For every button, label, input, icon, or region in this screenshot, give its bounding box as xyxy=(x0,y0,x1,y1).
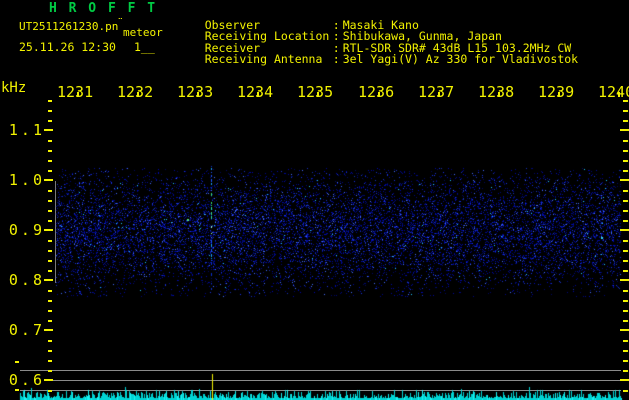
freq-minor-tick xyxy=(48,320,52,322)
time-tick xyxy=(558,92,560,97)
freq-major-tick xyxy=(44,129,53,131)
freq-label: 1.1 xyxy=(8,121,45,139)
freq-minor-tick xyxy=(48,250,52,252)
time-tick xyxy=(378,92,380,97)
freq-major-tick xyxy=(44,179,53,181)
time-tick xyxy=(618,92,620,97)
freq-unit-label: kHz xyxy=(1,80,27,96)
right-minor-tick xyxy=(623,350,628,352)
freq-minor-tick xyxy=(48,110,52,112)
freq-label: 0.8 xyxy=(8,271,45,289)
right-minor-tick xyxy=(623,270,628,272)
right-major-tick xyxy=(620,129,629,131)
right-minor-tick xyxy=(623,250,628,252)
time-tick xyxy=(197,92,199,97)
level-axis-tick-top xyxy=(15,361,19,363)
time-tick xyxy=(257,92,259,97)
time-label: 1235 xyxy=(297,83,334,101)
right-minor-tick xyxy=(623,290,628,292)
info-row-antenna: Receiving Antenna:3el Yagi(V) Az 330 for… xyxy=(177,38,578,80)
freq-major-tick xyxy=(44,229,53,231)
freq-minor-tick xyxy=(48,160,52,162)
freq-minor-tick xyxy=(48,120,52,122)
app-title: H R O F F T xyxy=(49,1,158,16)
right-minor-tick xyxy=(623,310,628,312)
freq-minor-tick xyxy=(48,350,52,352)
time-label: 1234 xyxy=(237,83,274,101)
freq-minor-tick xyxy=(48,200,52,202)
right-minor-tick xyxy=(623,160,628,162)
freq-minor-tick xyxy=(48,150,52,152)
right-minor-tick xyxy=(623,360,628,362)
freq-minor-tick xyxy=(48,260,52,262)
freq-minor-tick xyxy=(48,270,52,272)
station-name: meteor xyxy=(123,26,163,39)
output-filename: UT2511261230.pn xyxy=(19,20,119,33)
freq-minor-tick xyxy=(48,240,52,242)
level-axis-tick-bottom xyxy=(15,389,19,391)
right-minor-tick xyxy=(623,170,628,172)
time-tick xyxy=(498,92,500,97)
right-minor-tick xyxy=(623,320,628,322)
right-minor-tick xyxy=(623,390,628,392)
right-minor-tick xyxy=(623,200,628,202)
info-label: Receiving Antenna xyxy=(204,52,323,66)
right-major-tick xyxy=(620,229,629,231)
right-minor-tick xyxy=(623,110,628,112)
freq-minor-tick xyxy=(48,210,52,212)
right-major-tick xyxy=(620,279,629,281)
time-tick xyxy=(77,92,79,97)
freq-minor-tick xyxy=(48,390,52,392)
freq-minor-tick xyxy=(48,190,52,192)
right-minor-tick xyxy=(623,220,628,222)
right-major-tick xyxy=(620,329,629,331)
time-label: 1231 xyxy=(57,83,94,101)
right-minor-tick xyxy=(623,240,628,242)
time-label: 1236 xyxy=(358,83,395,101)
right-minor-tick xyxy=(623,120,628,122)
right-minor-tick xyxy=(623,100,628,102)
freq-label: 0.7 xyxy=(8,321,45,339)
freq-major-tick xyxy=(44,379,53,381)
time-label: 1240 xyxy=(598,83,629,101)
hrofft-window: H R O F F T UT2511261230.pn ¨ meteor 25.… xyxy=(0,0,629,400)
time-label: 1233 xyxy=(177,83,214,101)
freq-minor-tick xyxy=(48,310,52,312)
right-minor-tick xyxy=(623,340,628,342)
freq-minor-tick xyxy=(48,300,52,302)
freq-minor-tick xyxy=(48,370,52,372)
freq-minor-tick xyxy=(48,170,52,172)
freq-label: 0.6 xyxy=(8,371,45,389)
time-tick xyxy=(317,92,319,97)
time-tick xyxy=(438,92,440,97)
right-minor-tick xyxy=(623,370,628,372)
freq-minor-tick xyxy=(48,340,52,342)
freq-minor-tick xyxy=(48,360,52,362)
time-label: 1232 xyxy=(117,83,154,101)
info-value: 3el Yagi(V) Az 330 for Vladivostok xyxy=(342,52,579,66)
right-minor-tick xyxy=(623,190,628,192)
freq-minor-tick xyxy=(48,140,52,142)
freq-label: 0.9 xyxy=(8,221,45,239)
freq-major-tick xyxy=(44,279,53,281)
right-minor-tick xyxy=(623,140,628,142)
right-minor-tick xyxy=(623,210,628,212)
right-major-tick xyxy=(620,179,629,181)
time-label: 1237 xyxy=(418,83,455,101)
right-minor-tick xyxy=(623,150,628,152)
info-colon: : xyxy=(332,52,340,66)
right-major-tick xyxy=(620,379,629,381)
counter-text: 1__ xyxy=(134,40,155,54)
freq-major-tick xyxy=(44,329,53,331)
freq-minor-tick xyxy=(48,100,52,102)
right-minor-tick xyxy=(623,300,628,302)
time-label: 1239 xyxy=(538,83,575,101)
freq-minor-tick xyxy=(48,290,52,292)
freq-label: 1.0 xyxy=(8,171,45,189)
date-time: 25.11.26 12:30 xyxy=(19,40,116,54)
time-tick xyxy=(137,92,139,97)
time-label: 1238 xyxy=(478,83,515,101)
right-minor-tick xyxy=(623,260,628,262)
freq-minor-tick xyxy=(48,220,52,222)
